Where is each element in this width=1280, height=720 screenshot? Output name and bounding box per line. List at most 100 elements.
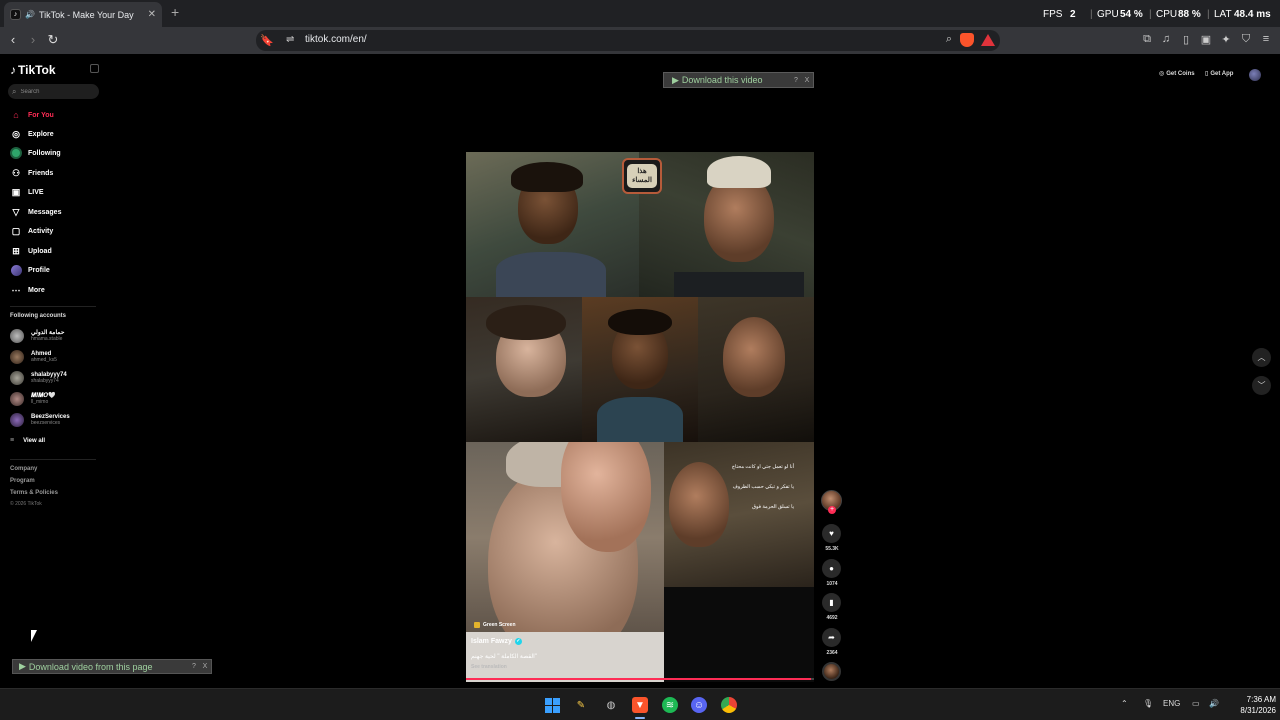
share-button[interactable]: ➦ [822,628,841,647]
bookmark-icon: ▮ [829,598,834,607]
menu-item-activity[interactable]: ▢ Activity [10,224,54,238]
volume-icon[interactable]: 🔊 [1209,699,1219,708]
active-app-indicator [635,717,645,719]
menu-label: Friends [28,169,54,177]
footer-program-link[interactable]: Program [10,478,35,484]
video-progress-bar[interactable] [466,678,814,680]
microphone-icon[interactable]: 🎙 [1143,699,1153,708]
brave-shields-icon[interactable] [960,33,974,47]
close-button[interactable]: X [801,77,813,84]
brave-rewards-icon[interactable] [981,34,995,46]
following-account[interactable]: Ahmed ahmed_ks5 [10,349,57,365]
effect-tag-label: Green Screen [483,622,516,628]
github-app-icon[interactable]: ◍ [603,697,619,713]
search-input[interactable] [20,88,91,95]
subtitle-line: يا تفكر و تبكي حسب الظروف [732,484,794,490]
download-page-bar[interactable]: ▶ Download video from this page ? X [12,659,212,674]
help-button[interactable]: ? [791,77,801,84]
music-disc-icon[interactable] [822,662,841,681]
vpn-icon[interactable]: ⛉ [1239,33,1253,46]
see-translation-link[interactable]: See translation [471,664,507,670]
close-button[interactable]: X [199,663,211,670]
creator-name-label[interactable]: Islam Fawzy [471,638,512,645]
get-coins-button[interactable]: ◎ Get Coins [1159,70,1195,78]
like-button[interactable]: ♥ [822,524,841,543]
sidebar-divider [10,459,96,460]
chrome-icon[interactable] [721,697,737,713]
menu-item-for-you[interactable]: ⌂ For You [10,108,54,122]
collapse-sidebar-icon[interactable] [90,64,99,73]
download-page-label[interactable]: Download video from this page [29,662,153,672]
reload-icon[interactable]: ↻ [45,32,61,48]
address-bar[interactable]: 🔖 ⇌ tiktok.com/en/ ⌕ [256,30,1000,51]
effect-tag[interactable]: Green Screen [474,622,516,628]
copyright-text: © 2026 TikTok [10,501,42,507]
leo-ai-icon[interactable]: ✦ [1219,33,1233,46]
sidebar-icon[interactable]: ▯ [1179,33,1193,46]
back-icon[interactable]: ‹ [5,32,21,47]
url-text[interactable]: tiktok.com/en/ [305,34,367,45]
previous-video-button[interactable]: ︿ [1252,348,1271,367]
download-video-label[interactable]: Download this video [682,75,763,85]
creator-name[interactable]: Islam Fawzy ✓ [471,638,522,645]
menu-item-friends[interactable]: ⚇ Friends [10,166,53,180]
zoom-icon[interactable]: ⌕ [946,33,952,46]
get-app-button[interactable]: ▯ Get App [1205,70,1234,78]
new-tab-button[interactable]: + [171,4,179,20]
pen-app-icon[interactable]: ✎ [573,697,589,713]
windows-taskbar: ✎ ◍ ▼ ≋ ☺ ⌃ 🎙 ENG ▭ 🔊 7:36 AM 8/31/2026 [0,688,1280,720]
footer-terms-link[interactable]: Terms & Policies [10,490,58,496]
video-panel-older-man: أنا لو تعمل جتي او كانت محتاج يا تفكر و … [664,442,814,587]
search-box[interactable]: ⌕ [8,84,99,99]
menu-item-more[interactable]: ⋯ More [10,283,45,297]
clock[interactable]: 7:36 AM 8/31/2026 [1220,694,1276,716]
footer-company-link[interactable]: Company [10,466,37,472]
download-video-bar[interactable]: ▶ Download this video ? X [663,72,814,88]
menu-item-messages[interactable]: ▽ Messages [10,205,62,219]
user-avatar[interactable] [1249,69,1261,81]
network-icon[interactable]: ▭ [1192,699,1200,708]
menu-label: Following [28,149,61,157]
tray-overflow-icon[interactable]: ⌃ [1121,699,1128,708]
menu-item-explore[interactable]: ◎ Explore [10,127,54,141]
get-app-label: Get App [1210,70,1234,77]
bookmark-icon[interactable]: 🔖 [260,34,274,47]
share-icon: ➦ [828,633,835,642]
extensions-icon[interactable]: ⧉ [1140,33,1154,46]
menu-item-upload[interactable]: ⊞ Upload [10,244,52,258]
site-info-icon[interactable]: ⇌ [286,34,294,45]
following-account[interactable]: 𝑴𝑰𝑴𝑶🤍 ll_mimo [10,391,55,407]
view-all-label: View all [23,437,45,444]
following-account[interactable]: BeezServices beezservices [10,412,70,428]
language-indicator[interactable]: ENG [1163,699,1180,708]
view-all-link[interactable]: ≡ View all [10,437,45,444]
follow-plus-icon[interactable]: + [828,506,836,514]
following-account[interactable]: shalabyyy74 shalabyyy74 [10,370,67,386]
account-username: shalabyyy74 [31,378,59,384]
following-account[interactable]: حمامة الدولي hmama.stable [10,328,64,344]
browser-tab[interactable]: ♪ 🔊 TikTok - Make Your Day ✕ [4,2,162,27]
start-button[interactable] [544,697,560,713]
menu-item-profile[interactable]: Profile [10,263,50,277]
media-icon[interactable]: ♫ [1159,33,1173,45]
menu-icon[interactable]: ≡ [1259,33,1273,45]
comment-button[interactable]: ● [822,559,841,578]
gpu-label: GPU [1097,9,1119,20]
tab-close-icon[interactable]: ✕ [148,9,156,20]
menu-item-following[interactable]: Following [10,146,61,160]
brave-browser-icon[interactable]: ▼ [632,697,648,713]
menu-item-live[interactable]: ▣ LIVE [10,185,44,199]
next-video-button[interactable]: ﹀ [1252,376,1271,395]
tiktok-logo[interactable]: ♪ TikTok [10,63,56,77]
video-panel-glasses-man-2 [698,297,814,442]
save-button[interactable]: ▮ [822,593,841,612]
wallet-icon[interactable]: ▣ [1199,33,1213,46]
video-player[interactable]: هذا المساء أنا لو تعمل جتي او كانت محتاج… [466,152,814,682]
help-button[interactable]: ? [189,663,199,670]
forward-icon[interactable]: › [25,32,41,47]
more-icon: ⋯ [11,284,21,295]
audio-playing-icon[interactable]: 🔊 [25,10,35,19]
live-icon: ▣ [11,186,21,197]
spotify-icon[interactable]: ≋ [662,697,678,713]
discord-icon[interactable]: ☺ [691,697,707,713]
